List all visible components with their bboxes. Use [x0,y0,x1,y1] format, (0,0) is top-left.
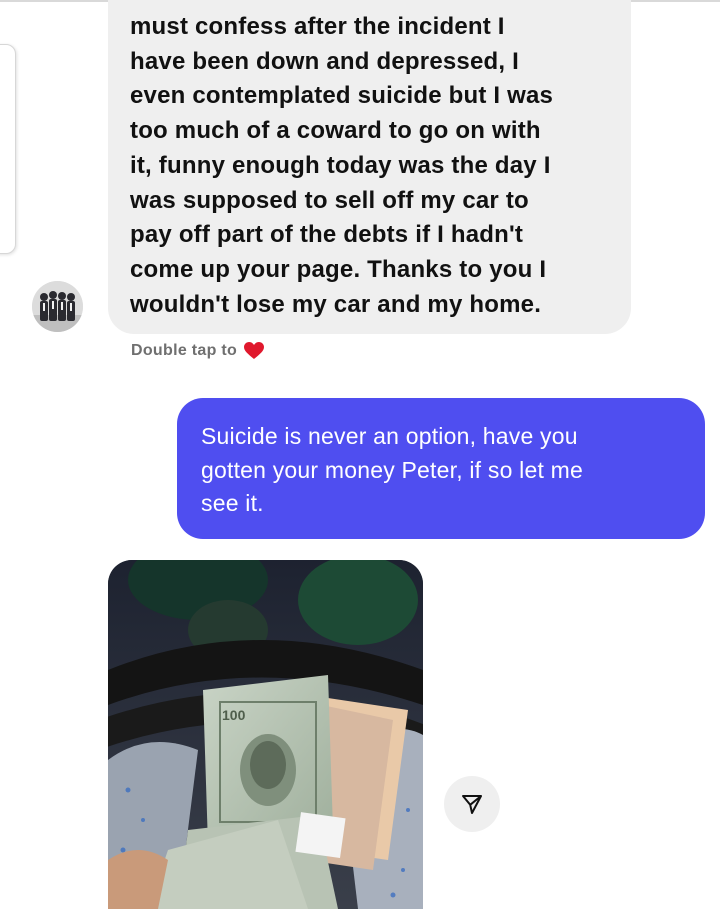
svg-text:100: 100 [222,707,246,723]
received-message-bubble[interactable]: must confess after the incident I have b… [108,0,631,334]
sender-avatar[interactable] [32,281,83,332]
heart-icon [244,342,265,360]
side-panel-edge [0,44,16,254]
received-message-text: must confess after the incident I have b… [130,13,554,318]
photo-attachment-cash[interactable]: 100 [108,560,423,909]
send-icon [462,795,482,814]
double-tap-hint: Double tap to [131,342,265,360]
sent-message-text: Suicide is never an option, have you got… [201,423,583,516]
share-button[interactable] [444,776,500,832]
sent-message-bubble[interactable]: Suicide is never an option, have you got… [177,398,705,539]
double-tap-label: Double tap to [131,342,238,359]
